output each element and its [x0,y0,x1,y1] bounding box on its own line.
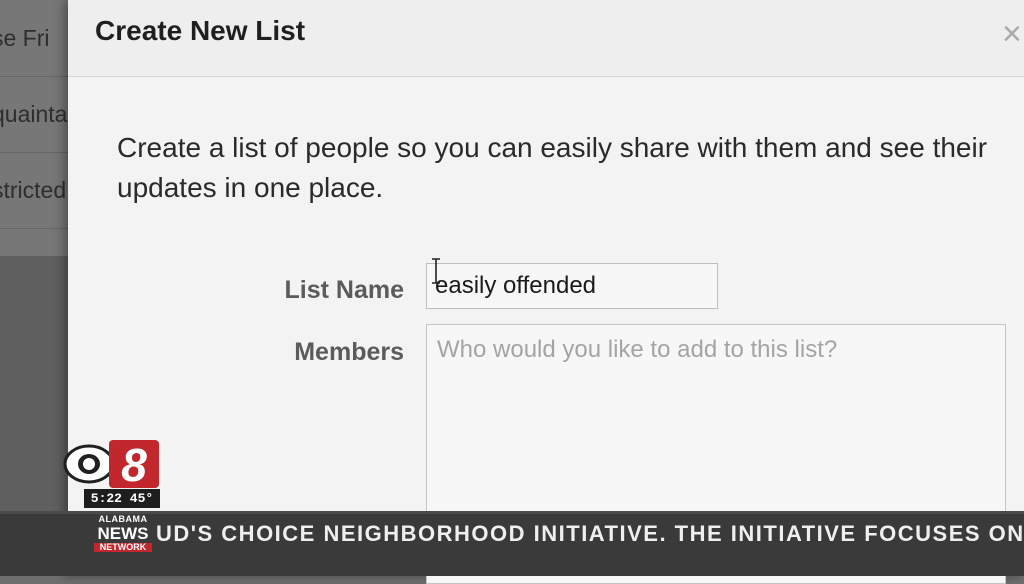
ticker-text: UD'S CHOICE NEIGHBORHOOD INITIATIVE. THE… [156,521,1024,546]
station-number: 8 [121,439,147,491]
close-icon[interactable]: × [1002,14,1024,54]
time-temperature-readout: 5:22 45° [84,489,160,508]
members-label: Members [294,338,404,366]
list-name-input[interactable] [426,263,718,309]
members-input[interactable] [435,331,999,369]
dialog-header: Create New List × [68,0,1024,77]
ticker-divider [0,511,1024,514]
list-name-label: List Name [284,276,404,304]
dialog-description: Create a list of people so you can easil… [117,132,988,203]
create-list-dialog: Create New List × Create a list of peopl… [68,0,1024,584]
text-cursor-icon [432,258,440,284]
news-network-logo: ALABAMA NEWS NETWORK [94,515,152,555]
dialog-title: Create New List [95,15,306,46]
